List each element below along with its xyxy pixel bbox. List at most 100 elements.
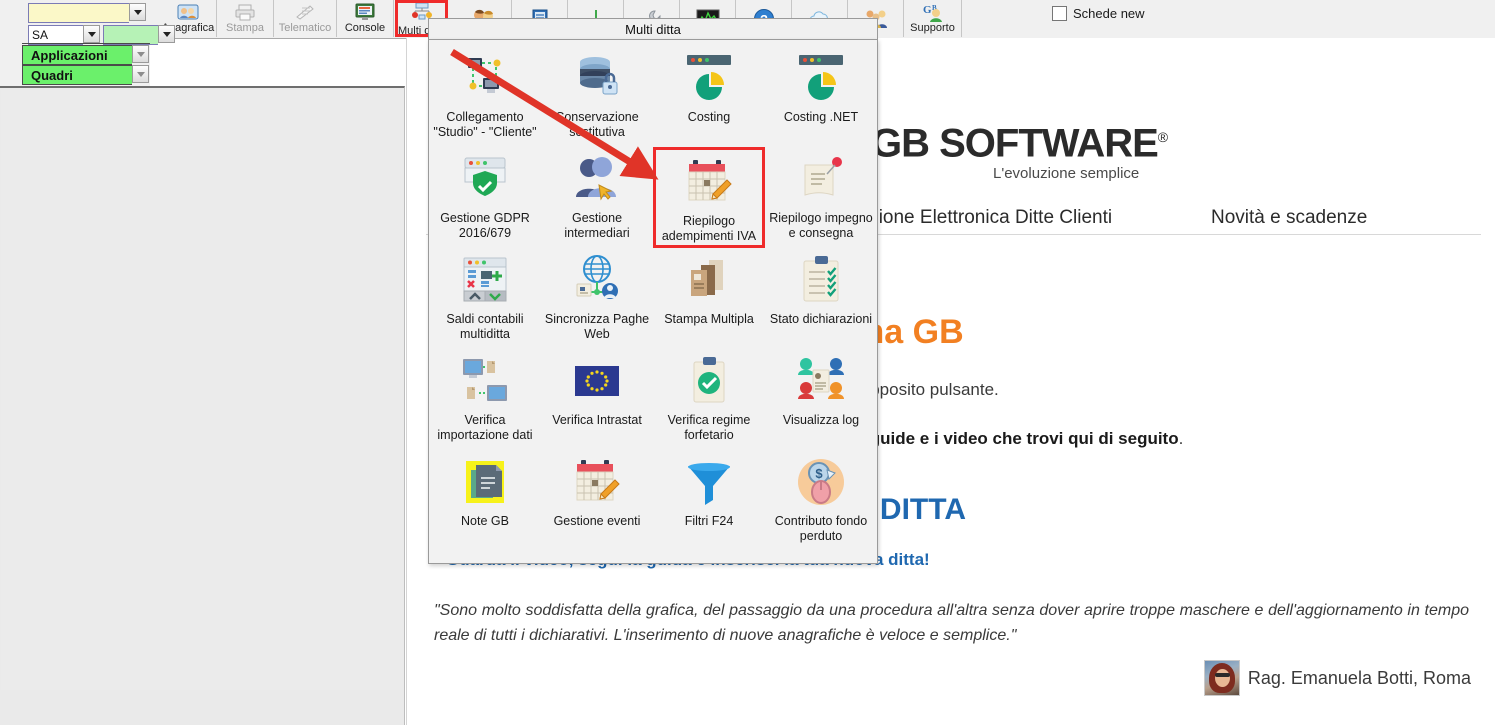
- applicazioni-combo[interactable]: Applicazioni: [22, 45, 150, 65]
- brand-tagline: L'evoluzione semplice: [993, 165, 1271, 182]
- eu-flag-icon: [571, 355, 623, 407]
- pie-chart-window-icon: [795, 52, 847, 104]
- application-workspace: [0, 86, 405, 725]
- menu-item-label: Saldi contabilimultiditta: [431, 312, 539, 341]
- menu-item-verifica-importazione-dati[interactable]: Verificaimportazione dati: [429, 349, 541, 450]
- company-combo[interactable]: [28, 3, 148, 23]
- printer-icon: [234, 1, 256, 22]
- monitor-console-icon: [354, 1, 376, 22]
- chevron-down-icon[interactable]: [132, 65, 149, 83]
- toolbar-button-supporto-label: Supporto: [910, 22, 955, 34]
- schede-new-checkbox[interactable]: [1052, 6, 1067, 21]
- menu-item-visualizza-log[interactable]: Visualizza log: [765, 349, 877, 450]
- quadri-label[interactable]: Quadri: [22, 65, 132, 85]
- sa-combo-value[interactable]: SA: [28, 25, 83, 45]
- sa-combo[interactable]: SA: [28, 25, 102, 45]
- divider: [22, 43, 150, 44]
- menu-item-gestione-eventi[interactable]: Gestione eventi: [541, 450, 653, 551]
- telematic-icon: [294, 1, 316, 22]
- pie-chart-window-icon: [683, 52, 735, 104]
- toolbar-button-supporto[interactable]: G B Supporto: [904, 0, 962, 37]
- menu-item-label: Filtri F24: [655, 514, 763, 529]
- toolbar-button-stampa[interactable]: Stampa: [217, 0, 274, 37]
- menu-item-stampa-multipla[interactable]: Stampa Multipla: [653, 248, 765, 349]
- registered-mark-icon: ®: [1158, 129, 1167, 145]
- menu-item-label: Costing: [655, 110, 763, 125]
- menu-item-costing[interactable]: Costing: [653, 46, 765, 147]
- contacts-card-icon: [177, 1, 199, 22]
- chevron-down-icon[interactable]: [158, 25, 175, 43]
- application-workspace-inner: [1, 90, 404, 690]
- menu-item-filtri-f24[interactable]: Filtri F24: [653, 450, 765, 551]
- year-combo-value[interactable]: [103, 25, 158, 45]
- avatar: [1204, 660, 1240, 696]
- svg-text:G: G: [923, 4, 932, 16]
- brand-logo: GB SOFTWARE® L'evoluzione semplice: [871, 116, 1271, 182]
- content-left-border: [406, 38, 407, 725]
- toolbar-button-telematico[interactable]: Telematico: [274, 0, 337, 37]
- brand-name: GB SOFTWARE®: [871, 116, 1271, 164]
- toolbar-button-stampa-label: Stampa: [226, 22, 264, 34]
- menu-item-label: Contributo fondoperduto: [767, 514, 875, 543]
- menu-item-label: Sincronizza PagheWeb: [543, 312, 651, 341]
- menu-item-riepilogo-adempimenti-iva[interactable]: Riepilogoadempimenti IVA: [653, 147, 765, 248]
- paragraph-guides-post: .: [1179, 429, 1184, 448]
- menu-item-contributo-fondo-perduto[interactable]: $ Contributo fondoperduto: [765, 450, 877, 551]
- clipboard-ok-icon: [683, 355, 735, 407]
- calendar-pencil-icon: [571, 456, 623, 508]
- tooltip-multi-ditta: Multi ditta: [428, 18, 878, 40]
- chevron-down-icon[interactable]: [129, 3, 146, 21]
- menu-item-riepilogo-impegno-consegna[interactable]: Riepilogo impegnoe consegna: [765, 147, 877, 248]
- calendar-pencil-icon: [683, 156, 735, 208]
- brand-name-text: GB SOFTWARE: [871, 121, 1158, 165]
- globe-sync-icon: [571, 254, 623, 306]
- menu-item-conservazione-sostitutiva[interactable]: Conservazionesostitutiva: [541, 46, 653, 147]
- menu-item-label: Collegamento"Studio" - "Cliente": [431, 110, 539, 139]
- menu-item-gestione-intermediari[interactable]: Gestioneintermediari: [541, 147, 653, 248]
- funnel-icon: [683, 456, 735, 508]
- year-combo[interactable]: [103, 25, 177, 45]
- schede-new-label: Schede new: [1073, 6, 1145, 21]
- menu-item-sincronizza-paghe-web[interactable]: Sincronizza PagheWeb: [541, 248, 653, 349]
- data-import-icon: [459, 355, 511, 407]
- toolbar-button-console[interactable]: Console: [337, 0, 394, 37]
- document-pin-icon: [795, 153, 847, 205]
- menu-item-label: Visualizza log: [767, 413, 875, 428]
- chevron-down-icon[interactable]: [132, 45, 149, 63]
- menu-item-label: Note GB: [431, 514, 539, 529]
- menu-item-saldi-contabili-multiditta[interactable]: Saldi contabilimultiditta: [429, 248, 541, 349]
- left-selector-panel: SA Applicazioni Quadri: [0, 0, 150, 86]
- testimonial-attribution: Rag. Emanuela Botti, Roma: [1186, 658, 1471, 698]
- menu-item-verifica-intrastat[interactable]: Verifica Intrastat: [541, 349, 653, 450]
- users-log-icon: [795, 355, 847, 407]
- company-combo-value[interactable]: [28, 3, 129, 23]
- note-document-icon: [459, 456, 511, 508]
- shield-browser-icon: [459, 153, 511, 205]
- toolbar-button-telematico-label: Telematico: [279, 22, 332, 34]
- menu-item-gestione-gdpr[interactable]: Gestione GDPR2016/679: [429, 147, 541, 248]
- menu-item-collegamento-studio-cliente[interactable]: Collegamento"Studio" - "Cliente": [429, 46, 541, 147]
- chevron-down-icon[interactable]: [83, 25, 100, 43]
- menu-item-costing-net[interactable]: Costing .NET: [765, 46, 877, 147]
- quadri-combo[interactable]: Quadri: [22, 65, 150, 85]
- menu-item-note-gb[interactable]: Note GB: [429, 450, 541, 551]
- testimonial-quote: "Sono molto soddisfatta della grafica, d…: [434, 598, 1469, 648]
- menu-item-label: Verificaimportazione dati: [431, 413, 539, 442]
- menu-item-label: Stampa Multipla: [655, 312, 763, 327]
- menu-item-label: Riepilogo impegnoe consegna: [767, 211, 875, 240]
- nav-item-novita-scadenze[interactable]: Novità e scadenze: [1211, 207, 1367, 229]
- menu-item-verifica-regime-forfetario[interactable]: Verifica regimeforfetario: [653, 349, 765, 450]
- gb-support-icon: G B: [921, 1, 945, 22]
- applicazioni-label[interactable]: Applicazioni: [22, 45, 132, 65]
- schede-new-checkbox-group[interactable]: Schede new: [1052, 3, 1145, 23]
- menu-item-stato-dichiarazioni[interactable]: Stato dichiarazioni: [765, 248, 877, 349]
- multi-ditta-dropdown-panel[interactable]: Collegamento"Studio" - "Cliente" Con: [428, 39, 878, 564]
- toolbar-button-console-label: Console: [345, 22, 385, 34]
- menu-item-label: Conservazionesostitutiva: [543, 110, 651, 139]
- menu-item-label: Verifica Intrastat: [543, 413, 651, 428]
- menu-item-label: Stato dichiarazioni: [767, 312, 875, 327]
- svg-text:$: $: [815, 466, 823, 481]
- balance-window-icon: [459, 254, 511, 306]
- menu-item-label: Gestioneintermediari: [543, 211, 651, 240]
- multi-documents-icon: [683, 254, 735, 306]
